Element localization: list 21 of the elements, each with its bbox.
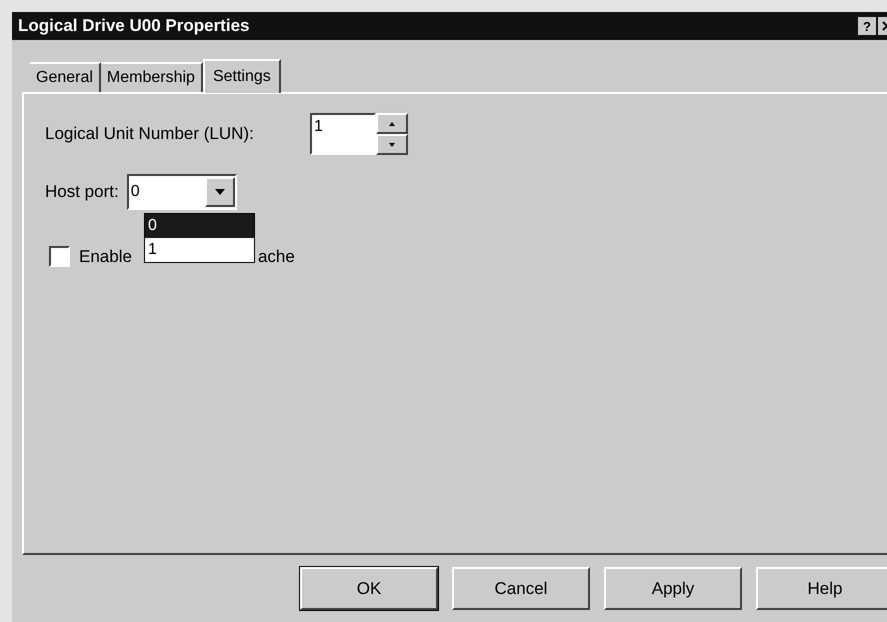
- dialog-button[interactable]: OK: [300, 567, 438, 610]
- spin-down-button[interactable]: [376, 134, 408, 155]
- dialog-button[interactable]: Apply: [604, 567, 742, 610]
- help-button[interactable]: ?: [858, 17, 876, 35]
- down-arrow-icon: [389, 142, 395, 146]
- dropdown-button[interactable]: [204, 177, 235, 207]
- checkbox[interactable]: [49, 246, 70, 268]
- window-title: Logical Drive U00 Properties: [18, 15, 250, 38]
- tab[interactable]: Settings: [202, 59, 281, 93]
- checkbox-label: ache: [258, 246, 295, 268]
- host-port-label: Host port:: [45, 181, 119, 204]
- dialog-button[interactable]: Help: [756, 567, 887, 610]
- lun-field[interactable]: 1: [310, 113, 376, 155]
- checkbox-label: Enable: [79, 246, 132, 268]
- caret-icon: [214, 189, 225, 195]
- dialog-button[interactable]: Cancel: [452, 567, 590, 610]
- dropdown-option[interactable]: 0: [145, 214, 254, 238]
- up-arrow-icon: [389, 122, 395, 126]
- lun-label: Logical Unit Number (LUN):: [45, 123, 255, 146]
- host-port-dropdown[interactable]: 0: [126, 174, 237, 210]
- spin-up-button[interactable]: [376, 113, 408, 134]
